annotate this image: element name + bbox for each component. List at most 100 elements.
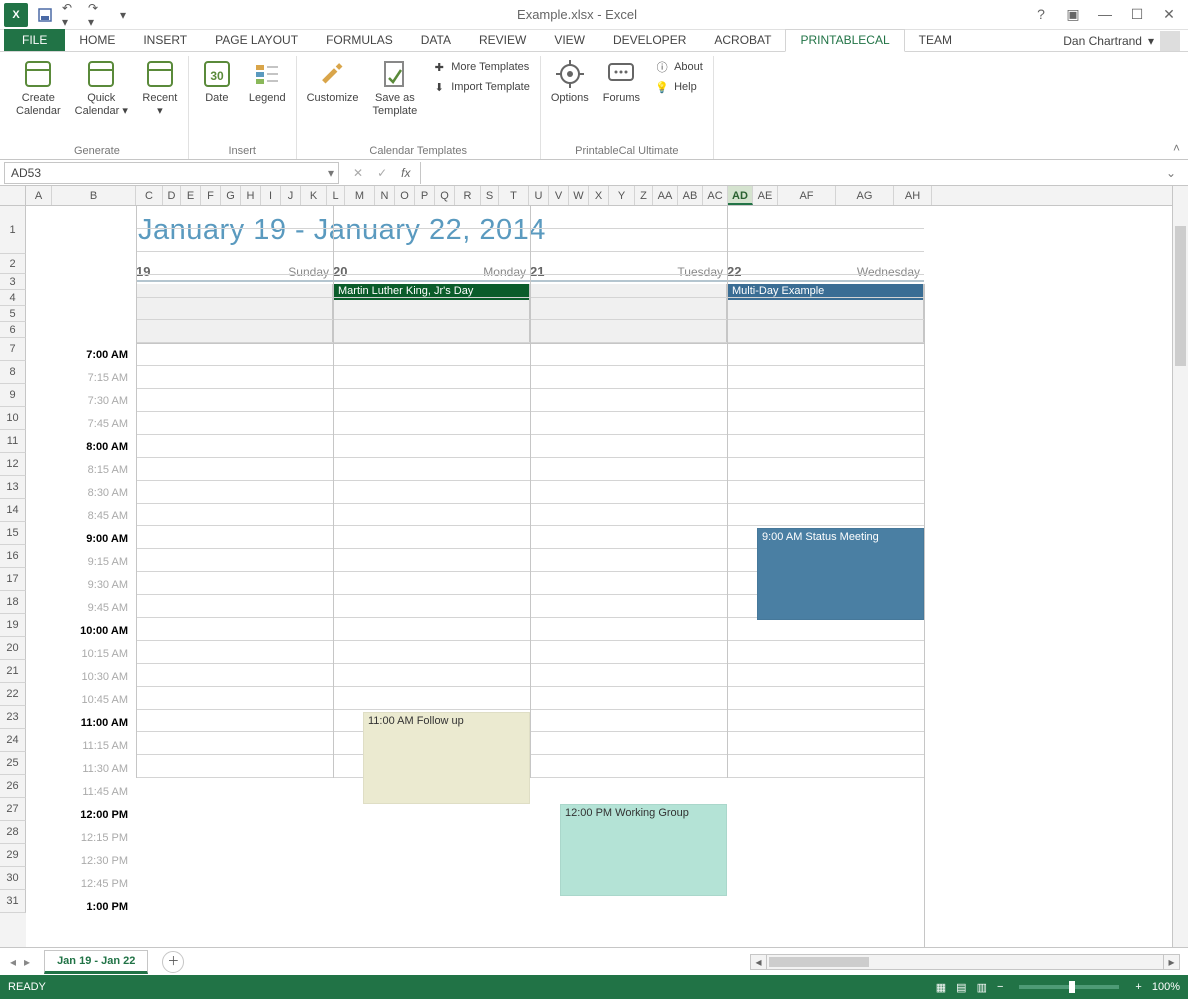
select-all-button[interactable] <box>0 186 26 205</box>
row-header[interactable]: 31 <box>0 890 26 913</box>
maximize-icon[interactable]: ☐ <box>1128 6 1146 23</box>
col-header[interactable]: T <box>499 186 529 205</box>
row-header[interactable]: 17 <box>0 568 26 591</box>
cells-area[interactable]: January 19 - January 22, 2014 19Sunday20… <box>26 206 1188 947</box>
row-header[interactable]: 9 <box>0 384 26 407</box>
forums-button[interactable]: Forums <box>601 56 642 107</box>
tab-data[interactable]: DATA <box>407 30 465 51</box>
col-header[interactable]: F <box>201 186 221 205</box>
row-header[interactable]: 6 <box>0 322 26 338</box>
sheet-nav-next-icon[interactable]: ▸ <box>24 955 30 969</box>
fx-icon[interactable]: fx <box>401 166 410 180</box>
account-menu[interactable]: Dan Chartrand ▾ <box>1063 31 1188 51</box>
row-header[interactable]: 7 <box>0 338 26 361</box>
tab-view[interactable]: VIEW <box>540 30 599 51</box>
tab-printablecal[interactable]: PRINTABLECAL <box>785 29 904 52</box>
row-header[interactable]: 18 <box>0 591 26 614</box>
date-button[interactable]: 30Date <box>197 56 237 107</box>
col-header[interactable]: AC <box>703 186 728 205</box>
tab-page-layout[interactable]: PAGE LAYOUT <box>201 30 312 51</box>
col-header[interactable]: AA <box>653 186 678 205</box>
col-header[interactable]: K <box>301 186 327 205</box>
col-header[interactable]: V <box>549 186 569 205</box>
create-calendar-button[interactable]: CreateCalendar <box>14 56 63 119</box>
quick-calendar-button[interactable]: QuickCalendar ▾ <box>73 56 130 119</box>
day-column[interactable] <box>530 206 727 778</box>
row-header[interactable]: 21 <box>0 660 26 683</box>
close-icon[interactable]: ✕ <box>1160 6 1178 23</box>
row-header[interactable]: 3 <box>0 274 26 290</box>
col-header[interactable]: P <box>415 186 435 205</box>
sheet-tab-active[interactable]: Jan 19 - Jan 22 <box>44 950 148 974</box>
col-header[interactable]: C <box>136 186 163 205</box>
col-header[interactable]: AH <box>894 186 932 205</box>
more-templates-button[interactable]: ✚More Templates <box>429 58 532 76</box>
col-header[interactable]: D <box>163 186 181 205</box>
col-header[interactable]: X <box>589 186 609 205</box>
row-header[interactable]: 19 <box>0 614 26 637</box>
col-header[interactable]: J <box>281 186 301 205</box>
sheet-nav-prev-icon[interactable]: ◂ <box>10 955 16 969</box>
col-header[interactable]: N <box>375 186 395 205</box>
row-header[interactable]: 23 <box>0 706 26 729</box>
name-box[interactable]: AD53 ▾ <box>4 162 339 184</box>
col-header[interactable]: I <box>261 186 281 205</box>
day-column[interactable] <box>727 206 924 778</box>
scroll-right-icon[interactable]: ▸ <box>1163 955 1179 969</box>
row-header[interactable]: 27 <box>0 798 26 821</box>
zoom-out-icon[interactable]: − <box>997 981 1003 993</box>
expand-formula-bar-icon[interactable]: ⌄ <box>1166 166 1182 180</box>
col-header[interactable]: Y <box>609 186 635 205</box>
col-header[interactable]: O <box>395 186 415 205</box>
row-header[interactable]: 5 <box>0 306 26 322</box>
col-header[interactable]: Q <box>435 186 455 205</box>
calendar-event[interactable]: 11:00 AM Follow up <box>363 712 530 804</box>
legend-button[interactable]: Legend <box>247 56 288 107</box>
col-header[interactable]: W <box>569 186 589 205</box>
tab-formulas[interactable]: FORMULAS <box>312 30 407 51</box>
add-sheet-button[interactable]: ＋ <box>162 951 184 973</box>
row-header[interactable]: 24 <box>0 729 26 752</box>
row-header[interactable]: 11 <box>0 430 26 453</box>
row-header[interactable]: 16 <box>0 545 26 568</box>
row-header[interactable]: 13 <box>0 476 26 499</box>
import-template-button[interactable]: ⬇Import Template <box>429 78 532 96</box>
row-header[interactable]: 10 <box>0 407 26 430</box>
recent-button[interactable]: Recent▾ <box>140 56 180 119</box>
col-header[interactable]: H <box>241 186 261 205</box>
row-header[interactable]: 22 <box>0 683 26 706</box>
accept-formula-icon[interactable]: ✓ <box>377 166 387 180</box>
col-header[interactable]: AF <box>778 186 836 205</box>
row-header[interactable]: 30 <box>0 867 26 890</box>
tab-team[interactable]: TEAM <box>905 30 966 51</box>
tab-home[interactable]: HOME <box>65 30 129 51</box>
ribbon-display-icon[interactable]: ▣ <box>1064 6 1082 23</box>
col-header[interactable]: Z <box>635 186 653 205</box>
zoom-level[interactable]: 100% <box>1152 981 1180 993</box>
col-header[interactable]: R <box>455 186 481 205</box>
row-header[interactable]: 14 <box>0 499 26 522</box>
horizontal-scrollbar[interactable]: ◂ ▸ <box>750 954 1180 970</box>
zoom-slider[interactable] <box>1019 985 1119 989</box>
save-icon[interactable] <box>36 6 54 24</box>
tab-review[interactable]: REVIEW <box>465 30 540 51</box>
chevron-down-icon[interactable]: ▾ <box>328 166 334 180</box>
vertical-scrollbar[interactable] <box>1172 186 1188 947</box>
row-header[interactable]: 12 <box>0 453 26 476</box>
row-header[interactable]: 1 <box>0 206 26 254</box>
row-header[interactable]: 25 <box>0 752 26 775</box>
col-header[interactable]: U <box>529 186 549 205</box>
calendar-event[interactable]: 12:00 PM Working Group <box>560 804 727 896</box>
help-icon[interactable]: ? <box>1032 6 1050 23</box>
row-header[interactable]: 20 <box>0 637 26 660</box>
qat-customize-icon[interactable]: ▾ <box>114 6 132 24</box>
row-header[interactable]: 2 <box>0 254 26 274</box>
tab-file[interactable]: FILE <box>4 29 65 51</box>
row-header[interactable]: 29 <box>0 844 26 867</box>
tab-developer[interactable]: DEVELOPER <box>599 30 700 51</box>
row-header[interactable]: 4 <box>0 290 26 306</box>
save-as-template-button[interactable]: Save asTemplate <box>371 56 420 119</box>
col-header[interactable]: S <box>481 186 499 205</box>
col-header[interactable]: AD <box>728 186 753 205</box>
col-header[interactable]: AG <box>836 186 894 205</box>
